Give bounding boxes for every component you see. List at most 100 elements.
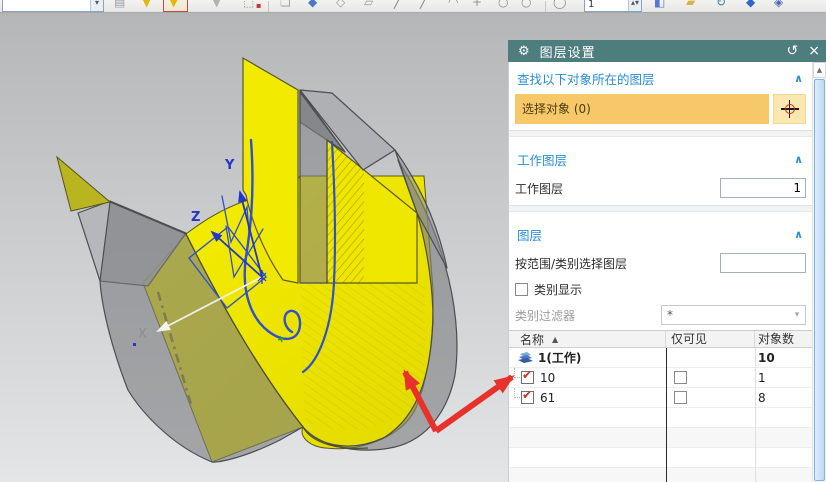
section-divider (509, 130, 812, 137)
work-layer-input[interactable] (720, 178, 806, 198)
red-check-icon: ✔ (522, 388, 533, 402)
dialog-body: 查找以下对象所在的图层 ∧ 选择对象 (0) 工作图层 ∧ 工作图层 1 图层 … (508, 62, 826, 482)
dropdown-arrow-icon: ▾ (794, 310, 800, 320)
section-work-title: 工作图层 (517, 153, 568, 168)
layer-settings-dialog: ⚙ 图层设置 ↺ × 查找以下对象所在的图层 ∧ 选择对象 (0) 工作图层 ∧… (508, 40, 826, 482)
select-object-field[interactable]: 选择对象 (0) (515, 94, 769, 124)
category-filter-label: 类别过滤器 (515, 308, 576, 323)
model-yellow-wedge (56, 155, 112, 212)
table-header[interactable]: 名称 ▲ 仅可见 对象数 (509, 331, 812, 348)
sphere-icon[interactable]: ◯ (553, 0, 566, 10)
section-find-objects[interactable]: 查找以下对象所在的图层 ∧ (515, 62, 806, 92)
toolbar-separator (268, 1, 269, 12)
point-icon[interactable]: + (472, 0, 482, 10)
column-divider-dark (666, 348, 667, 482)
chevron-up-icon[interactable]: ∧ (794, 153, 803, 166)
chevron-up-icon[interactable]: ∧ (794, 72, 803, 85)
section-layers-title: 图层 (517, 228, 543, 243)
view-combobox[interactable]: ▾ (2, 0, 104, 12)
tree-guide (514, 388, 520, 398)
empty-row (509, 468, 812, 482)
combobox-dropdown-icon[interactable]: ▾ (90, 0, 103, 11)
category-filter-value: * (667, 308, 673, 322)
scroll-up-icon[interactable]: ▲ (813, 62, 826, 78)
visible-only-checkbox[interactable] (674, 391, 687, 404)
section-find-title: 查找以下对象所在的图层 (517, 72, 655, 87)
column-object-count[interactable]: 对象数 (755, 331, 812, 347)
reset-icon[interactable]: ↺ (787, 43, 799, 59)
funnel-icon[interactable]: ▼ (142, 0, 151, 10)
category-filter-dropdown[interactable]: * ▾ (661, 305, 806, 325)
page-icon[interactable]: ❏ (280, 0, 291, 10)
red-dot-icon: ▪ (256, 1, 262, 10)
funnel-active-icon[interactable]: ▼ (169, 0, 178, 10)
axis-label-z: Z (191, 210, 201, 225)
layer-selected-checkbox[interactable]: ✔ (521, 368, 534, 384)
empty-row (509, 408, 812, 428)
dotted-select-icon[interactable]: ⬚ (243, 0, 254, 10)
cube-blue-icon[interactable]: ◆ (308, 0, 317, 10)
column-visible-only[interactable]: 仅可见 (666, 331, 755, 347)
axis-label-y: Y (225, 158, 235, 173)
category-display-checkbox[interactable] (515, 282, 528, 296)
circle2-icon[interactable]: ○ (521, 0, 531, 10)
select-object-button[interactable] (773, 94, 806, 124)
axis-label-x: X (138, 327, 147, 342)
work-layer-label: 工作图层 (515, 181, 564, 196)
chevron-up-icon[interactable]: ∧ (794, 228, 803, 241)
column-name[interactable]: 名称 (520, 331, 544, 348)
application-window: ▾ ▤ ▼ ▼ ▼ ⬚ ▪ ❏ ◆ ◇ ▱ ╱ ╱ ◠ + ○ ○ ◯ 1 ▴▾… (0, 0, 826, 482)
plane-icon[interactable]: ▱ (364, 0, 373, 10)
toolbar-separator (545, 1, 546, 12)
folder-icon[interactable]: ▰ (686, 0, 695, 10)
layer-name: 1(工作) (538, 351, 582, 365)
category-display-label: 类别显示 (534, 282, 583, 297)
dialog-scrollbar[interactable]: ▲ (812, 62, 826, 482)
refresh-icon[interactable]: ↻ (716, 0, 726, 10)
empty-row (509, 448, 812, 468)
layer-name: 10 (540, 370, 556, 385)
scrollbar-thumb[interactable] (814, 79, 825, 481)
top-toolbar: ▾ ▤ ▼ ▼ ▼ ⬚ ▪ ❏ ◆ ◇ ▱ ╱ ╱ ◠ + ○ ○ ◯ 1 ▴▾… (0, 0, 826, 13)
clip-icon[interactable]: ◧ (654, 0, 665, 10)
layer-combobox[interactable]: 1 ▴▾ (584, 0, 642, 12)
table-row-layer-61[interactable]: ✔ 61 8 (509, 388, 812, 408)
layer-object-count: 1 (758, 370, 766, 385)
tree-guide (514, 368, 520, 378)
view-combobox-value (3, 10, 90, 11)
disk-icon[interactable]: ◆ (746, 0, 755, 10)
range-select-input[interactable] (720, 253, 806, 273)
layer-combobox-value: 1 (588, 0, 595, 10)
table-row-work-layer[interactable]: 1(工作) 10 (509, 348, 812, 368)
layer-selected-checkbox[interactable]: ✔ (521, 388, 534, 404)
close-icon[interactable]: × (808, 43, 820, 59)
section-divider (509, 205, 812, 212)
visible-only-checkbox[interactable] (674, 371, 687, 384)
section-layers[interactable]: 图层 ∧ (515, 218, 806, 248)
line-icon[interactable]: ╱ (394, 0, 401, 10)
section-work-layer[interactable]: 工作图层 ∧ (515, 143, 806, 173)
spinner-icon[interactable]: ▴▾ (628, 0, 641, 11)
box-icon[interactable]: ▤ (114, 0, 125, 10)
cube-gray-icon[interactable]: ◇ (336, 0, 345, 10)
circle-icon[interactable]: ○ (498, 0, 508, 10)
sort-ascending-icon[interactable]: ▲ (552, 335, 558, 344)
column-divider-light (755, 348, 756, 482)
tool-icon[interactable]: ◈ (774, 0, 783, 10)
layer-table: 名称 ▲ 仅可见 对象数 1(工作) 10 ✔ 10 1 ✔ 61 8 (509, 330, 812, 482)
dialog-titlebar[interactable]: ⚙ 图层设置 ↺ × (508, 40, 826, 62)
range-select-label: 按范围/类别选择图层 (515, 256, 628, 271)
select-object-label: 选择对象 (0) (522, 102, 591, 116)
table-row-layer-10[interactable]: ✔ 10 1 (509, 368, 812, 388)
crosshair-icon (780, 100, 799, 118)
empty-row (509, 428, 812, 448)
gear-icon: ⚙ (518, 43, 530, 59)
layer-name: 61 (540, 390, 556, 405)
layer-object-count: 8 (758, 390, 766, 405)
layer-object-count: 10 (758, 350, 775, 365)
red-check-icon: ✔ (522, 368, 533, 382)
line2-icon[interactable]: ╱ (420, 0, 427, 10)
funnel-clear-icon[interactable]: ▼ (212, 0, 221, 10)
arc-icon[interactable]: ◠ (448, 0, 458, 10)
dialog-title: 图层设置 (539, 45, 596, 61)
